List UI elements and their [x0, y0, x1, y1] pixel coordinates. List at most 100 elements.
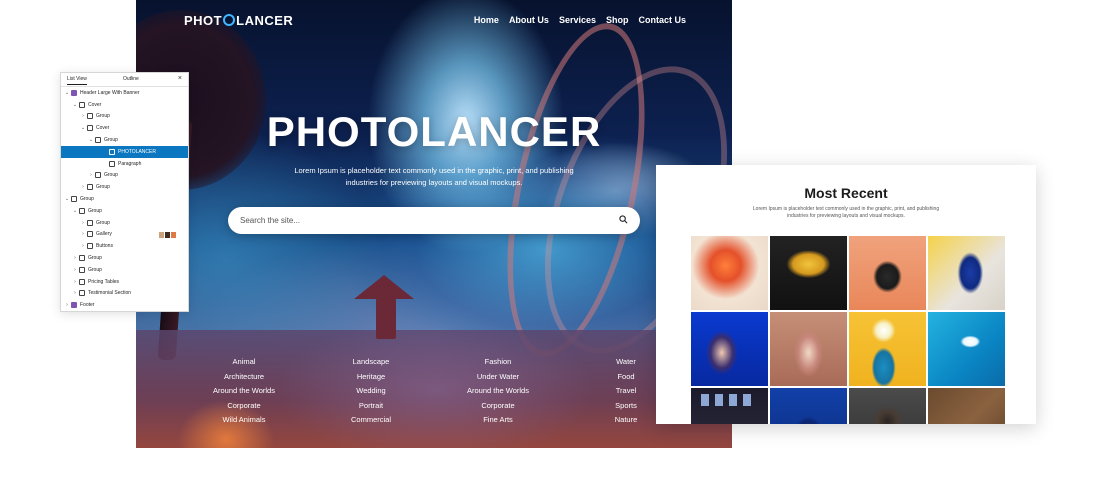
chevron-right-icon[interactable]: › [72, 255, 78, 261]
search-input[interactable] [240, 213, 610, 228]
main-nav: Home About Us Services Shop Contact Us [474, 15, 686, 25]
photo-tile[interactable] [849, 312, 926, 386]
photo-tile[interactable] [928, 312, 1005, 386]
photo-tile[interactable] [770, 236, 847, 310]
chevron-down-icon[interactable]: ⌄ [80, 125, 86, 131]
group-icon [79, 266, 85, 273]
category-column: Fashion Under Water Around the Worlds Co… [461, 355, 535, 428]
photo-tile[interactable] [928, 388, 1005, 424]
photo-tile[interactable] [691, 388, 768, 424]
category-link[interactable]: Around the Worlds [208, 384, 280, 399]
tree-row[interactable]: › Group [61, 181, 188, 193]
chevron-down-icon[interactable]: ⌄ [88, 137, 94, 143]
chevron-right-icon[interactable]: › [88, 172, 94, 178]
nav-about-link[interactable]: About Us [509, 15, 549, 25]
chevron-right-icon[interactable]: › [80, 231, 86, 237]
tree-row[interactable]: ⌄ Group [61, 205, 188, 217]
category-link[interactable]: Sports [602, 399, 650, 414]
category-link[interactable]: Under Water [461, 370, 535, 385]
tree-row[interactable]: ⌄ Cover [61, 122, 188, 134]
tree-row[interactable]: › Gallery [61, 229, 188, 241]
chevron-down-icon[interactable]: ⌄ [64, 196, 70, 202]
chevron-right-icon[interactable]: › [80, 184, 86, 190]
photo-tile[interactable] [770, 388, 847, 424]
chevron-down-icon[interactable]: ⌄ [72, 208, 78, 214]
group-icon [95, 172, 101, 179]
category-link[interactable]: Wedding [336, 384, 406, 399]
chevron-down-icon[interactable]: ⌄ [64, 90, 70, 96]
section-description: Lorem Ipsum is placeholder text commonly… [752, 206, 940, 219]
tree-row[interactable]: › Pricing Tables [61, 276, 188, 288]
category-link[interactable]: Corporate [461, 399, 535, 414]
category-link[interactable]: Corporate [208, 399, 280, 414]
chevron-right-icon[interactable]: › [80, 220, 86, 226]
tree-row-selected[interactable]: PHOTOLANCER [61, 145, 188, 158]
photo-tile[interactable] [849, 388, 926, 424]
category-link[interactable]: Wild Animals [208, 413, 280, 428]
photo-grid [691, 236, 1005, 424]
tree-row[interactable]: › Group [61, 217, 188, 229]
nav-home-link[interactable]: Home [474, 15, 499, 25]
tree-row[interactable]: ⌄ Header Large With Banner [61, 87, 188, 99]
category-link[interactable]: Heritage [336, 370, 406, 385]
category-link[interactable]: Travel [602, 384, 650, 399]
category-link[interactable]: Fine Arts [461, 413, 535, 428]
tree-row[interactable]: ⌄ Group [61, 193, 188, 205]
tree-row[interactable]: Paragraph [61, 158, 188, 170]
gallery-thumbnails [159, 231, 176, 238]
chevron-right-icon[interactable]: › [72, 267, 78, 273]
close-icon[interactable]: × [178, 75, 182, 82]
tree-row[interactable]: › Group [61, 252, 188, 264]
tree-row[interactable]: › Buttons [61, 240, 188, 252]
category-link[interactable]: Nature [602, 413, 650, 428]
group-icon [87, 184, 93, 191]
category-link[interactable]: Architecture [208, 370, 280, 385]
tree-row[interactable]: › Group [61, 264, 188, 276]
nav-shop-link[interactable]: Shop [606, 15, 629, 25]
category-link[interactable]: Food [602, 370, 650, 385]
tree-row[interactable]: ⌄ Cover [61, 99, 188, 111]
chevron-right-icon[interactable]: › [72, 290, 78, 296]
tree-row[interactable]: ⌄ Group [61, 134, 188, 146]
category-link[interactable]: Animal [208, 355, 280, 370]
photo-tile[interactable] [691, 312, 768, 386]
photo-tile[interactable] [691, 236, 768, 310]
template-icon [71, 302, 77, 309]
search-icon[interactable] [619, 215, 628, 224]
tree-row[interactable]: › Group [61, 111, 188, 123]
group-icon [95, 137, 101, 144]
tree-row[interactable]: › Testimonial Section [61, 288, 188, 300]
tab-outline[interactable]: Outline [123, 76, 139, 82]
photo-tile[interactable] [770, 312, 847, 386]
photo-tile[interactable] [849, 236, 926, 310]
most-recent-card: Most Recent Lorem Ipsum is placeholder t… [656, 165, 1036, 424]
site-logo[interactable]: PHOT LANCER [184, 13, 293, 28]
chevron-right-icon[interactable]: › [80, 113, 86, 119]
site-preview: PHOT LANCER Home About Us Services Shop C… [136, 0, 732, 448]
logo-ring-icon [223, 14, 236, 26]
nav-contact-link[interactable]: Contact Us [638, 15, 686, 25]
group-icon [79, 278, 85, 285]
chevron-right-icon[interactable]: › [80, 243, 86, 249]
buttons-icon [87, 243, 93, 250]
category-link[interactable]: Around the Worlds [461, 384, 535, 399]
chevron-right-icon[interactable]: › [64, 302, 70, 308]
section-title: Most Recent [804, 185, 888, 201]
category-link[interactable]: Landscape [336, 355, 406, 370]
tree-row[interactable]: › Footer [61, 299, 188, 311]
group-icon [79, 255, 85, 262]
category-link[interactable]: Portrait [336, 399, 406, 414]
cover-icon [87, 125, 93, 132]
photo-tile[interactable] [928, 236, 1005, 310]
category-link[interactable]: Fashion [461, 355, 535, 370]
tree-row[interactable]: › Group [61, 170, 188, 182]
category-link[interactable]: Commercial [336, 413, 406, 428]
chevron-right-icon[interactable]: › [72, 279, 78, 285]
category-column: Landscape Heritage Wedding Portrait Comm… [336, 355, 406, 428]
category-link[interactable]: Water [602, 355, 650, 370]
figure-illustration [354, 275, 416, 345]
nav-services-link[interactable]: Services [559, 15, 596, 25]
chevron-down-icon[interactable]: ⌄ [72, 102, 78, 108]
tab-list-view[interactable]: List View [67, 76, 87, 85]
panel-tabs: List View Outline × [61, 73, 188, 87]
